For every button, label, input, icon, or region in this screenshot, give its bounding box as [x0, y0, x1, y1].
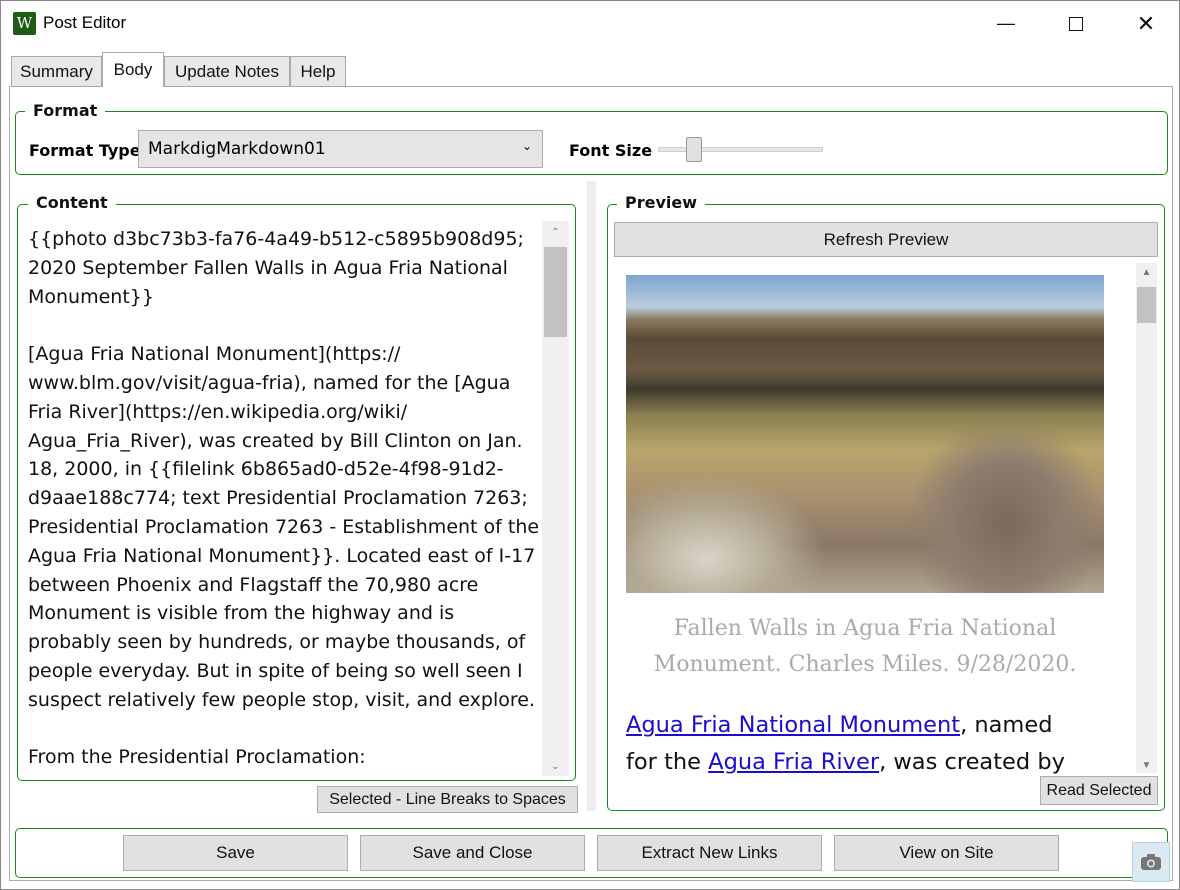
content-line: between Phoenix and Flagstaff the 70,980… — [28, 573, 479, 596]
format-type-value: MarkdigMarkdown01 — [148, 139, 326, 159]
minimize-button[interactable]: — — [971, 1, 1041, 46]
content-line: Fria River](https://en.wikipedia.org/wik… — [28, 400, 408, 423]
content-line: [Agua Fria National Monument](https:// — [28, 343, 401, 366]
chevron-down-icon: ⌄ — [521, 139, 532, 153]
app-icon: W — [13, 12, 36, 35]
maximize-button[interactable] — [1041, 1, 1111, 46]
preview-scroll-thumb[interactable] — [1137, 287, 1156, 323]
content-textarea[interactable]: {{photo d3bc73b3-fa76-4a49-b512-c5895b90… — [28, 225, 543, 772]
content-legend: Content — [28, 193, 116, 212]
content-line: suspect relatively few people stop, visi… — [28, 688, 535, 711]
preview-text: for the — [626, 749, 709, 775]
preview-text: , named — [960, 712, 1053, 738]
content-line: Presidential Proclamation 7263 - Establi… — [28, 515, 540, 538]
content-line: Monument}} — [28, 285, 154, 308]
photo-caption: Fallen Walls in Agua Fria National Monum… — [653, 616, 1077, 677]
window-title: Post Editor — [43, 13, 127, 32]
content-scrollbar[interactable]: ⌃ ⌄ — [542, 221, 569, 776]
screenshot-button[interactable] — [1132, 842, 1170, 882]
content-line: 18, 2000, in {{filelink 6b865ad0-d52e-4f… — [28, 458, 504, 481]
font-size-slider-thumb[interactable] — [686, 137, 703, 162]
content-line: {{photo d3bc73b3-fa76-4a49-b512-c5895b90… — [28, 228, 524, 250]
close-icon: ✕ — [1136, 10, 1156, 36]
format-type-select[interactable]: MarkdigMarkdown01 ⌄ — [138, 130, 543, 168]
extract-new-links-button[interactable]: Extract New Links — [597, 835, 822, 871]
preview-legend: Preview — [617, 193, 706, 212]
link-agua-fria-monument[interactable]: Agua Fria National Monument — [626, 712, 960, 738]
scroll-up-icon[interactable]: ⌃ — [542, 227, 569, 238]
scroll-up-icon[interactable]: ▲ — [1136, 267, 1157, 278]
preview-text: , was created by — [879, 749, 1065, 775]
read-selected-button[interactable]: Read Selected — [1040, 776, 1158, 805]
camera-icon — [1141, 854, 1161, 870]
line-breaks-to-spaces-button[interactable]: Selected - Line Breaks to Spaces — [317, 786, 578, 813]
content-scroll-thumb[interactable] — [544, 247, 567, 337]
view-on-site-button[interactable]: View on Site — [834, 835, 1059, 871]
content-line: d9aae188c774; text Presidential Proclama… — [28, 487, 528, 510]
scroll-down-icon[interactable]: ⌄ — [542, 761, 569, 772]
content-line: Agua Fria National Monument}}. Located e… — [28, 544, 536, 567]
close-button[interactable]: ✕ — [1111, 1, 1180, 46]
save-and-close-button[interactable]: Save and Close — [360, 835, 585, 871]
content-line — [28, 311, 543, 340]
font-size-slider-track[interactable] — [658, 147, 823, 152]
font-size-label: Font Size — [569, 141, 653, 160]
preview-paragraph: Agua Fria National Monument, named for t… — [626, 707, 1126, 781]
preview-photo — [626, 275, 1104, 593]
tab-help[interactable]: Help — [290, 56, 346, 86]
splitter[interactable] — [587, 181, 596, 811]
content-line: 2020 September Fallen Walls in Agua Fria… — [28, 256, 508, 279]
content-line: Agua_Fria_River), was created by Bill Cl… — [28, 429, 523, 452]
minimize-icon: — — [997, 13, 1015, 33]
save-button[interactable]: Save — [123, 835, 348, 871]
content-line — [28, 715, 543, 744]
refresh-preview-button[interactable]: Refresh Preview — [614, 222, 1158, 257]
format-legend: Format — [25, 101, 106, 120]
maximize-icon — [1069, 16, 1083, 31]
format-type-label: Format Type — [29, 141, 141, 160]
scroll-down-icon[interactable]: ▼ — [1136, 760, 1157, 771]
content-line: Monument is visible from the highway and… — [28, 602, 455, 625]
tab-summary[interactable]: Summary — [11, 56, 102, 86]
content-line: From the Presidential Proclamation: — [28, 746, 366, 769]
content-line: people everyday. But in spite of being s… — [28, 659, 523, 682]
tab-update-notes[interactable]: Update Notes — [164, 56, 290, 86]
preview-scrollbar[interactable]: ▲ ▼ — [1136, 263, 1157, 773]
content-line: probably seen by hundreds, or maybe thou… — [28, 631, 526, 654]
link-agua-fria-river[interactable]: Agua Fria River — [708, 749, 879, 775]
tab-body[interactable]: Body — [102, 52, 164, 87]
content-line: www.blm.gov/visit/agua-fria), named for … — [28, 371, 511, 394]
